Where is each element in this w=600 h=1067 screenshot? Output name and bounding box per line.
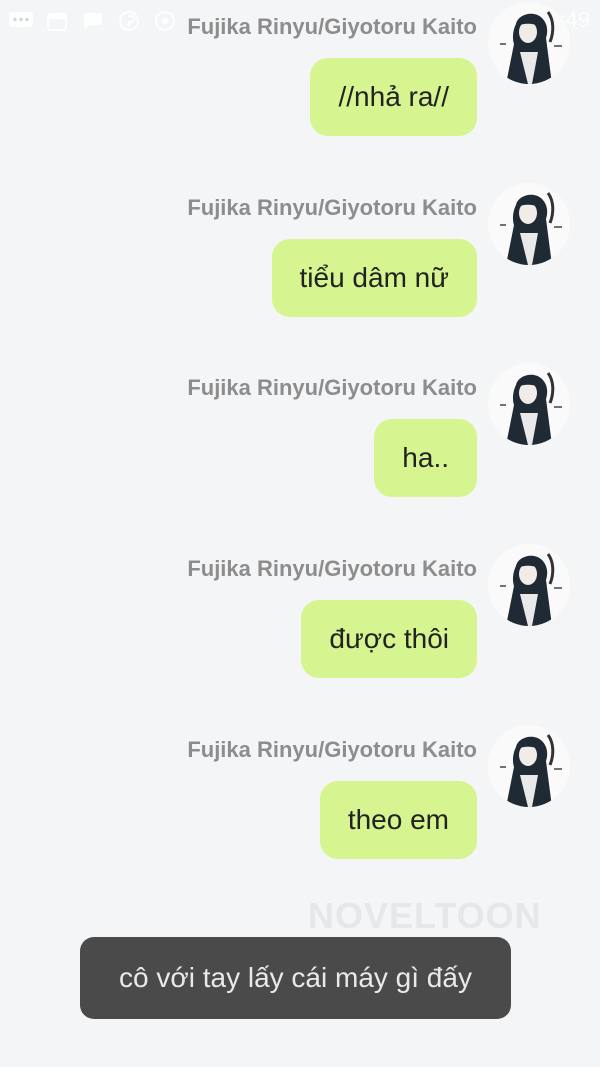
- message-bubble: tiểu dâm nữ: [271, 239, 477, 317]
- avatar[interactable]: [488, 725, 570, 807]
- watermark: NOVELTOON: [308, 895, 542, 936]
- avatar[interactable]: [488, 363, 570, 445]
- browser-icon: [152, 8, 178, 34]
- avatar[interactable]: [488, 544, 570, 626]
- status-icons: [8, 8, 178, 34]
- message-bubble: được thôi: [301, 600, 477, 678]
- sender-name: Fujika Rinyu/Giyotoru Kaito: [187, 375, 477, 400]
- sender-name: Fujika Rinyu/Giyotoru Kaito: [187, 14, 477, 39]
- pinterest-icon: [116, 8, 142, 34]
- sender-name: Fujika Rinyu/Giyotoru Kaito: [187, 195, 477, 220]
- narration-box: cô với tay lấy cái máy gì đấy: [80, 937, 511, 1019]
- chat-icon: [8, 8, 34, 34]
- message-icon: [80, 8, 106, 34]
- sender-name: Fujika Rinyu/Giyotoru Kaito: [187, 556, 477, 581]
- avatar[interactable]: [488, 183, 570, 265]
- avatar-image: [488, 183, 570, 265]
- avatar-image: [488, 2, 570, 84]
- avatar-image: [488, 363, 570, 445]
- avatar[interactable]: [488, 2, 570, 84]
- sender-name: Fujika Rinyu/Giyotoru Kaito: [187, 737, 477, 762]
- message-bubble: ha..: [374, 419, 477, 497]
- avatar-image: [488, 544, 570, 626]
- calendar-icon: [44, 8, 70, 34]
- message-bubble: theo em: [319, 781, 477, 859]
- avatar-image: [488, 725, 570, 807]
- message-bubble: //nhả ra//: [310, 58, 477, 136]
